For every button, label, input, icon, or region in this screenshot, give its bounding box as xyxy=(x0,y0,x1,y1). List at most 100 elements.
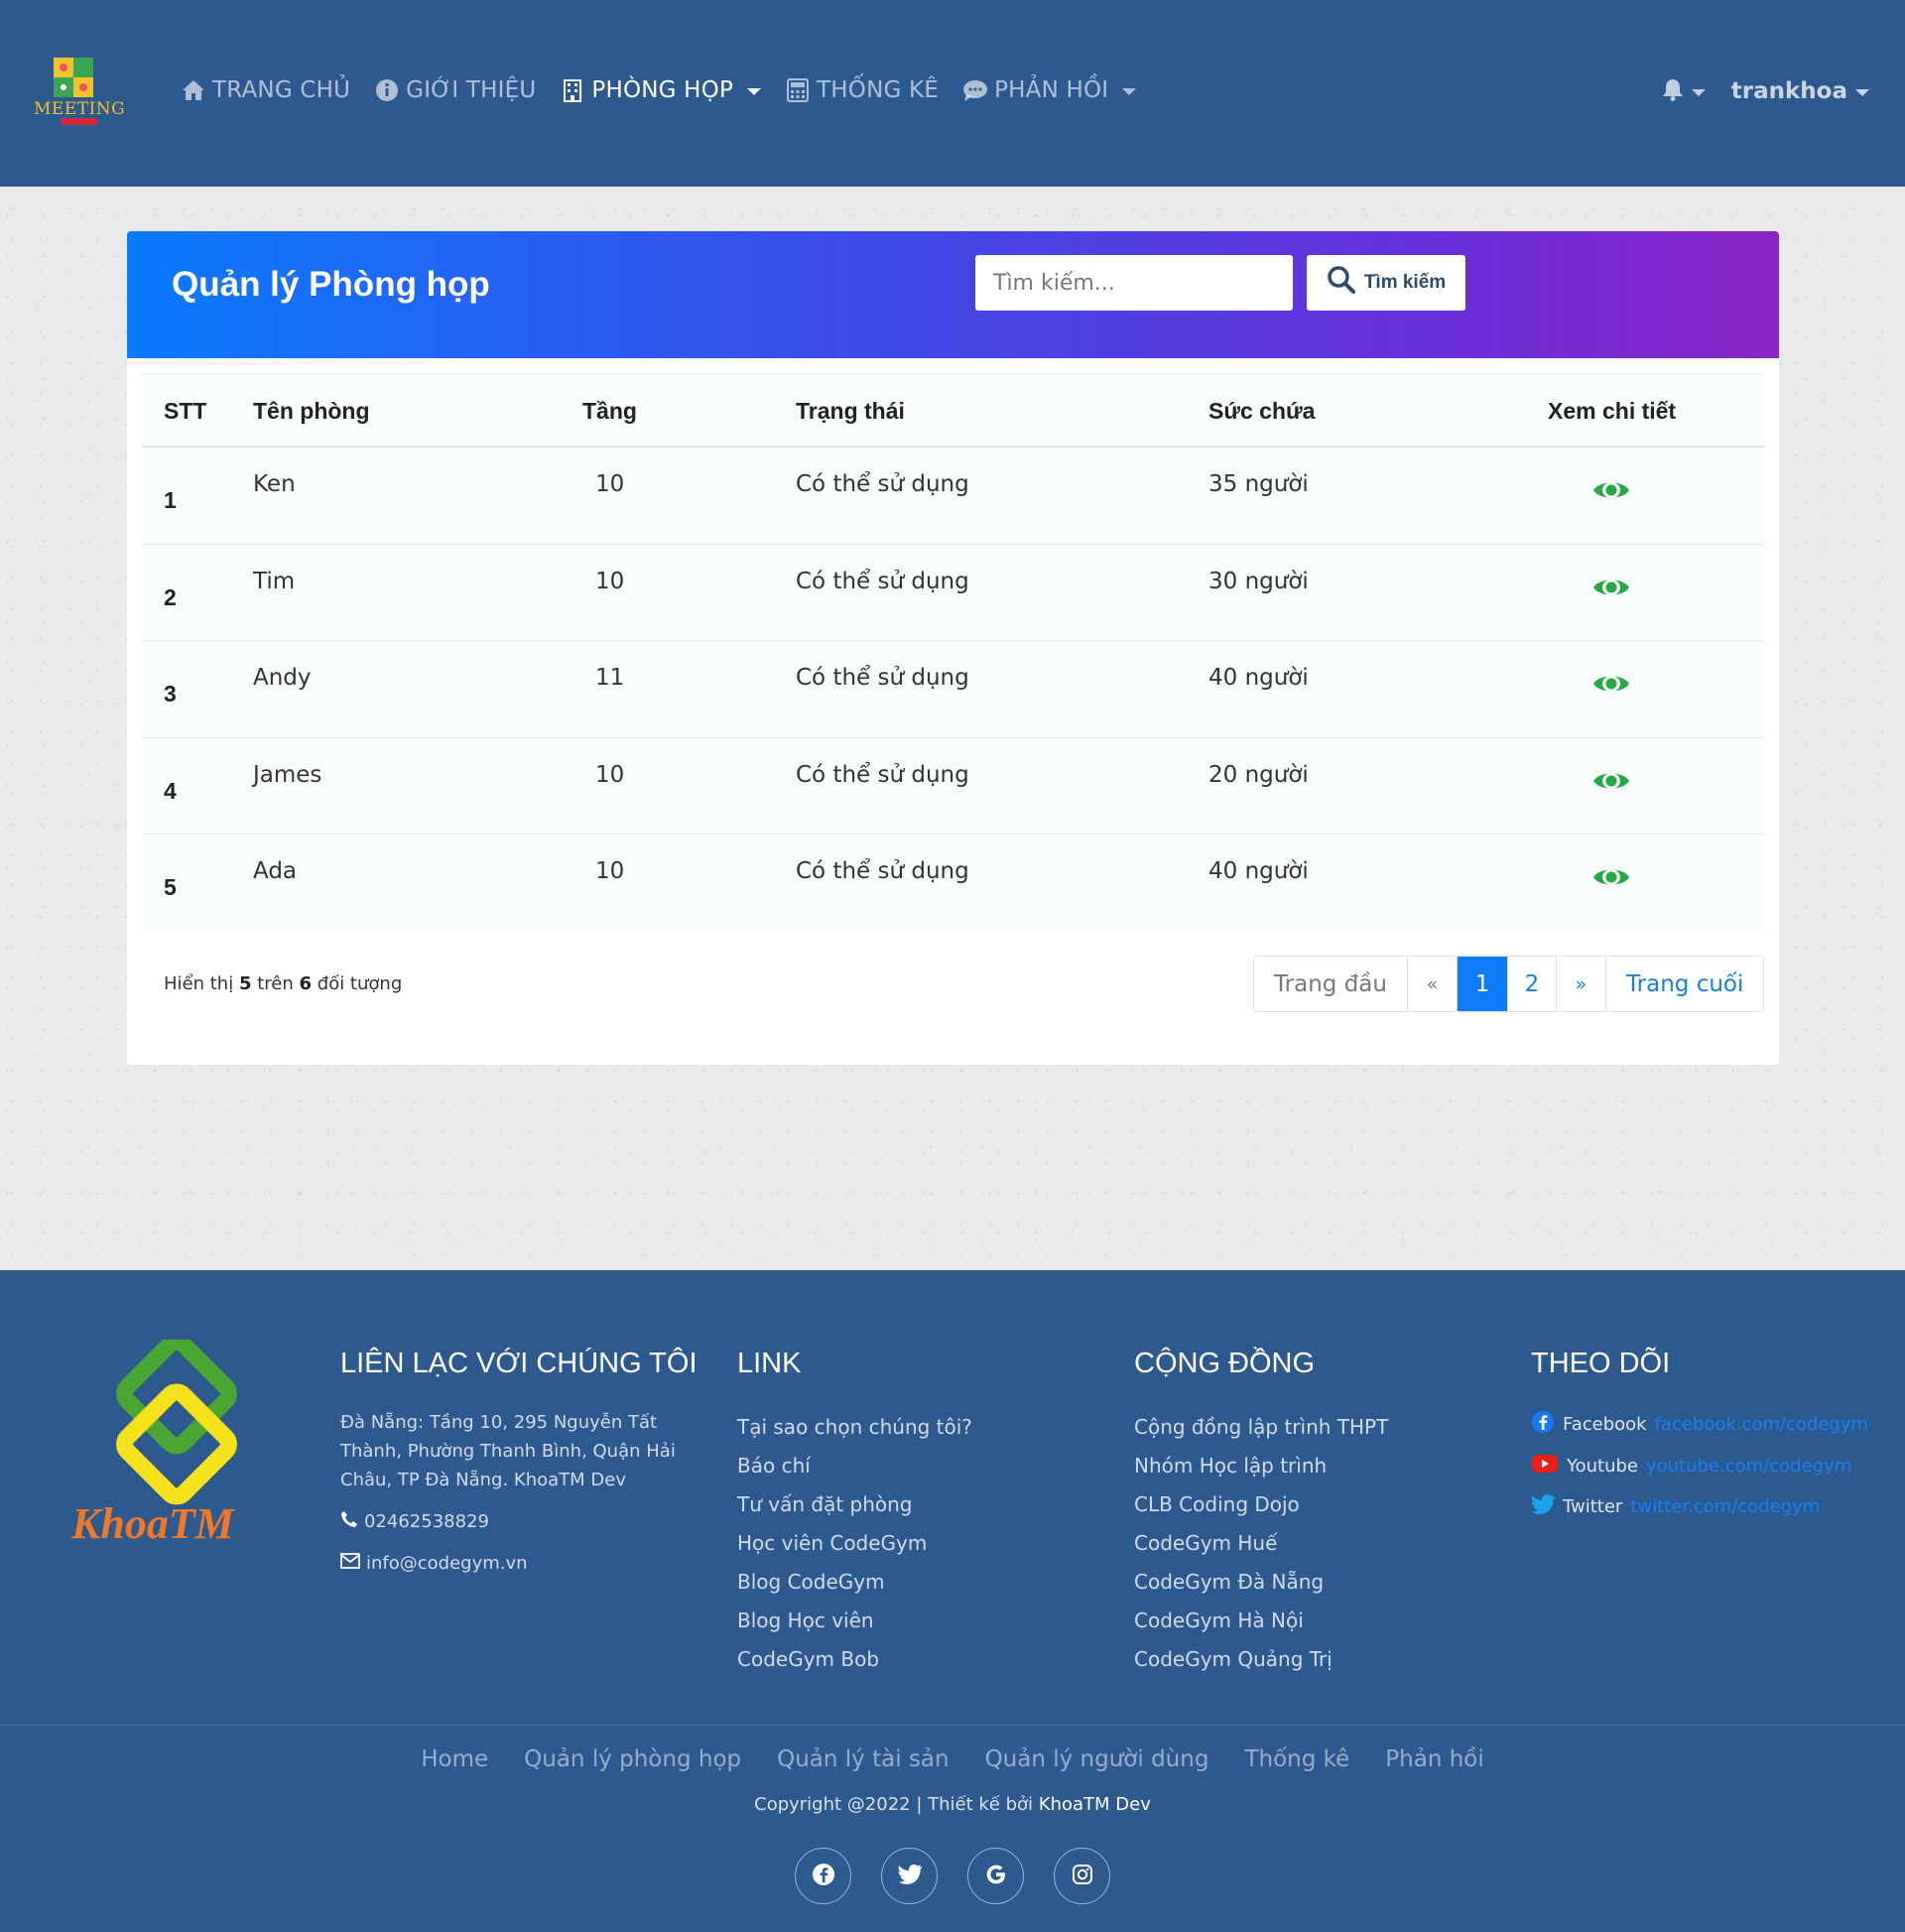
follow-label: Facebook xyxy=(1563,1414,1647,1435)
follow-label: Twitter xyxy=(1563,1496,1623,1517)
page-1[interactable]: 1 xyxy=(1457,957,1508,1011)
table-row: 1 Ken 10 Có thể sử dụng 35 người xyxy=(142,448,1764,545)
footer-community: CỘNG ĐỒNG Cộng đồng lập trình THPT Nhóm … xyxy=(1134,1348,1388,1679)
nav-item-feedback[interactable]: PHẢN HỒI xyxy=(962,77,1137,103)
bottom-nav-assets[interactable]: Quản lý tài sản xyxy=(777,1746,949,1772)
footer-divider xyxy=(0,1725,1905,1726)
brand-logo[interactable]: MEETING xyxy=(32,56,125,129)
view-detail-eye-icon[interactable] xyxy=(1592,864,1630,894)
cell-capacity: 40 người xyxy=(1208,665,1309,691)
nav-item-statistics[interactable]: THỐNG KÊ xyxy=(785,77,939,103)
footer-link[interactable]: CLB Coding Dojo xyxy=(1134,1485,1388,1524)
youtube-icon xyxy=(1531,1454,1559,1479)
cell-name: James xyxy=(253,761,322,788)
main-nav: TRANG CHỦ GIỚI THIỆU PHÒNG HỌP THỐNG KÊ xyxy=(181,77,1137,103)
footer-link[interactable]: Cộng đồng lập trình THPT xyxy=(1134,1408,1388,1447)
facebook-icon xyxy=(812,1863,835,1890)
user-name: trankhoa xyxy=(1730,78,1847,104)
follow-link[interactable]: facebook.com/codegym xyxy=(1655,1414,1868,1435)
info-icon xyxy=(374,77,400,103)
footer-link[interactable]: CodeGym Huế xyxy=(1134,1524,1388,1563)
chevron-down-icon xyxy=(1855,88,1869,96)
nav-item-label: GIỚI THIỆU xyxy=(406,77,537,103)
cell-capacity: 20 người xyxy=(1208,761,1309,788)
cell-status: Có thể sử dụng xyxy=(796,471,969,497)
social-facebook-button[interactable] xyxy=(795,1848,851,1904)
view-detail-eye-icon[interactable] xyxy=(1592,671,1630,701)
footer-link[interactable]: CodeGym Hà Nội xyxy=(1134,1602,1388,1640)
footer-link[interactable]: Học viên CodeGym xyxy=(737,1524,972,1563)
table-header: STT Tên phòng Tầng Trạng thái Sức chứa X… xyxy=(142,373,1764,448)
footer-link[interactable]: CodeGym Bob xyxy=(737,1640,972,1679)
bottom-nav-statistics[interactable]: Thống kê xyxy=(1244,1746,1349,1772)
bottom-nav-feedback[interactable]: Phản hồi xyxy=(1385,1746,1483,1772)
follow-youtube[interactable]: Youtube youtube.com/codegym xyxy=(1531,1454,1868,1479)
page-last[interactable]: Trang cuối xyxy=(1606,957,1763,1011)
bottom-nav-rooms[interactable]: Quản lý phòng họp xyxy=(524,1746,741,1772)
footer-link[interactable]: Blog Học viên xyxy=(737,1602,972,1640)
search-button[interactable]: Tìm kiếm xyxy=(1307,255,1465,311)
social-google-button[interactable] xyxy=(967,1848,1024,1904)
page-next[interactable]: » xyxy=(1557,957,1606,1011)
view-detail-eye-icon[interactable] xyxy=(1592,575,1630,604)
cell-floor: 10 xyxy=(595,568,625,594)
footer-heading-follow: THEO DÕI xyxy=(1531,1348,1671,1379)
footer-link[interactable]: Tại sao chọn chúng tôi? xyxy=(737,1408,972,1447)
chevron-down-icon xyxy=(747,87,762,95)
chevron-down-icon xyxy=(1691,88,1706,96)
footer-link[interactable]: Blog CodeGym xyxy=(737,1563,972,1602)
column-header-status: Trạng thái xyxy=(796,398,905,424)
table-row: 3 Andy 11 Có thể sử dụng 40 người xyxy=(142,641,1764,738)
view-detail-eye-icon[interactable] xyxy=(1592,477,1630,507)
search-button-label: Tìm kiếm xyxy=(1363,272,1447,293)
email-address: info@codegym.vn xyxy=(366,1553,528,1574)
follow-twitter[interactable]: Twitter twitter.com/codegym xyxy=(1531,1493,1868,1520)
cell-name: Ada xyxy=(253,858,298,884)
view-detail-eye-icon[interactable] xyxy=(1592,768,1630,798)
cell-status: Có thể sử dụng xyxy=(796,665,969,691)
cell-stt: 2 xyxy=(164,583,177,610)
footer-link[interactable]: Nhóm Học lập trình xyxy=(1134,1447,1388,1485)
footer-link[interactable]: CodeGym Quảng Trị xyxy=(1134,1640,1388,1679)
nav-item-label: PHẢN HỒI xyxy=(994,77,1109,103)
cell-floor: 11 xyxy=(595,665,625,691)
bottom-nav-users[interactable]: Quản lý người dùng xyxy=(985,1746,1209,1772)
social-buttons xyxy=(0,1848,1905,1904)
nav-item-home[interactable]: TRANG CHỦ xyxy=(181,77,350,103)
footer-follow: THEO DÕI Facebook facebook.com/codegym Y… xyxy=(1531,1348,1868,1535)
building-icon xyxy=(560,77,585,103)
follow-link[interactable]: twitter.com/codegym xyxy=(1630,1496,1820,1517)
page-2[interactable]: 2 xyxy=(1508,957,1557,1011)
nav-item-meeting-rooms[interactable]: PHÒNG HỌP xyxy=(560,77,762,103)
copyright-author: KhoaTM Dev xyxy=(1038,1794,1151,1815)
cell-floor: 10 xyxy=(595,858,625,884)
facebook-icon xyxy=(1531,1410,1555,1439)
notifications-dropdown[interactable] xyxy=(1662,77,1706,105)
social-instagram-button[interactable] xyxy=(1054,1848,1110,1904)
footer: KhoaTM LIÊN LẠC VỚI CHÚNG TÔI Đà Nẵng: T… xyxy=(0,1270,1905,1932)
footer-link[interactable]: Báo chí xyxy=(737,1447,972,1485)
follow-facebook[interactable]: Facebook facebook.com/codegym xyxy=(1531,1410,1868,1439)
phone-number: 02462538829 xyxy=(364,1511,489,1532)
envelope-icon xyxy=(340,1553,360,1574)
page-first[interactable]: Trang đầu xyxy=(1254,957,1408,1011)
footer-link[interactable]: Tư vấn đặt phòng xyxy=(737,1485,972,1524)
cell-stt: 1 xyxy=(164,487,177,513)
nav-item-about[interactable]: GIỚI THIỆU xyxy=(374,77,536,103)
footer-link[interactable]: CodeGym Đà Nẵng xyxy=(1134,1563,1388,1602)
bottom-nav-home[interactable]: Home xyxy=(421,1746,488,1772)
user-dropdown[interactable]: trankhoa xyxy=(1731,78,1869,104)
phone-icon xyxy=(340,1510,358,1533)
cell-status: Có thể sử dụng xyxy=(796,858,969,884)
footer-phone[interactable]: 02462538829 xyxy=(340,1510,698,1533)
page-prev[interactable]: « xyxy=(1408,957,1458,1011)
search-input[interactable] xyxy=(975,255,1293,311)
nav-item-label: THỐNG KÊ xyxy=(817,77,940,103)
footer-logo-text: KhoaTM xyxy=(70,1499,236,1548)
social-twitter-button[interactable] xyxy=(881,1848,938,1904)
footer-email[interactable]: info@codegym.vn xyxy=(340,1553,698,1574)
column-header-detail: Xem chi tiết xyxy=(1548,398,1677,424)
table-row: 5 Ada 10 Có thể sử dụng 40 người xyxy=(142,835,1764,932)
footer-bottom-nav: Home Quản lý phòng họp Quản lý tài sản Q… xyxy=(0,1746,1905,1772)
follow-link[interactable]: youtube.com/codegym xyxy=(1646,1456,1851,1477)
